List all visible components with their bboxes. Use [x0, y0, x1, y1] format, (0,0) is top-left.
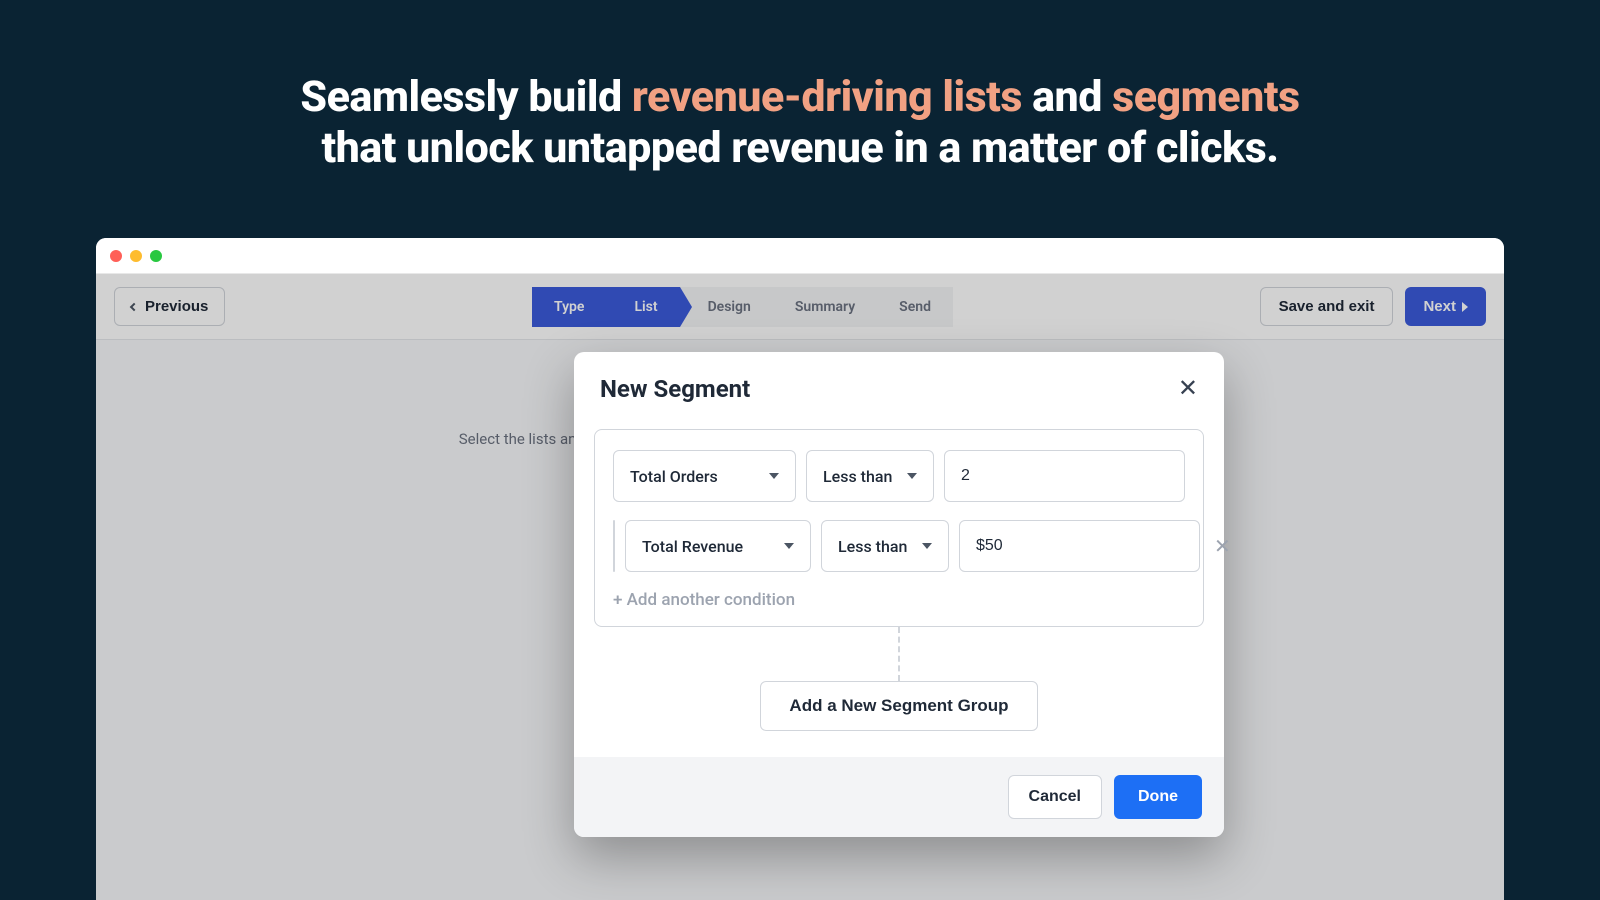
traffic-close-icon[interactable]: [110, 250, 122, 262]
group-connector-line: [898, 627, 900, 681]
headline-text-3: that unlock untapped revenue in a matter…: [321, 123, 1278, 173]
chevron-down-icon: [769, 473, 779, 479]
value-input[interactable]: [944, 450, 1185, 502]
chevron-down-icon: [922, 543, 932, 549]
close-icon[interactable]: ✕: [1178, 374, 1198, 403]
modal-footer: Cancel Done: [574, 757, 1224, 837]
value-input[interactable]: [959, 520, 1200, 572]
browser-window: Previous Type List Design Summary Send S…: [96, 238, 1504, 900]
operator-select[interactable]: Less than: [806, 450, 934, 502]
segment-group: Total Orders Less than And Or: [594, 429, 1204, 627]
traffic-maximize-icon[interactable]: [150, 250, 162, 262]
operator-select[interactable]: Less than: [821, 520, 949, 572]
add-segment-group-button[interactable]: Add a New Segment Group: [760, 681, 1037, 731]
field-value: Total Orders: [630, 467, 718, 486]
chevron-down-icon: [784, 543, 794, 549]
headline-accent-2: segments: [1112, 72, 1299, 122]
done-button[interactable]: Done: [1114, 775, 1202, 819]
add-condition-button[interactable]: + Add another condition: [613, 590, 1185, 610]
browser-titlebar: [96, 238, 1504, 274]
new-segment-modal: New Segment ✕ Total Orders Less than: [574, 352, 1224, 837]
andor-toggle: And Or: [613, 520, 615, 572]
app-content: Previous Type List Design Summary Send S…: [96, 274, 1504, 900]
and-button[interactable]: And: [614, 521, 615, 571]
cancel-button[interactable]: Cancel: [1008, 775, 1102, 819]
operator-value: Less than: [838, 537, 907, 556]
field-select[interactable]: Total Revenue: [625, 520, 811, 572]
modal-title: New Segment: [600, 375, 750, 403]
field-value: Total Revenue: [642, 537, 743, 556]
headline-text-1: Seamlessly build: [300, 72, 631, 122]
headline-accent-1: revenue-driving lists: [632, 72, 1022, 122]
condition-row-2: And Or Total Revenue Less than ✕: [613, 520, 1185, 572]
modal-header: New Segment ✕: [574, 352, 1224, 415]
operator-value: Less than: [823, 467, 892, 486]
chevron-down-icon: [907, 473, 917, 479]
field-select[interactable]: Total Orders: [613, 450, 796, 502]
remove-condition-icon[interactable]: ✕: [1210, 534, 1235, 559]
condition-row-1: Total Orders Less than: [613, 450, 1185, 502]
marketing-headline: Seamlessly build revenue-driving lists a…: [0, 0, 1600, 173]
headline-text-2: and: [1022, 72, 1112, 122]
traffic-minimize-icon[interactable]: [130, 250, 142, 262]
